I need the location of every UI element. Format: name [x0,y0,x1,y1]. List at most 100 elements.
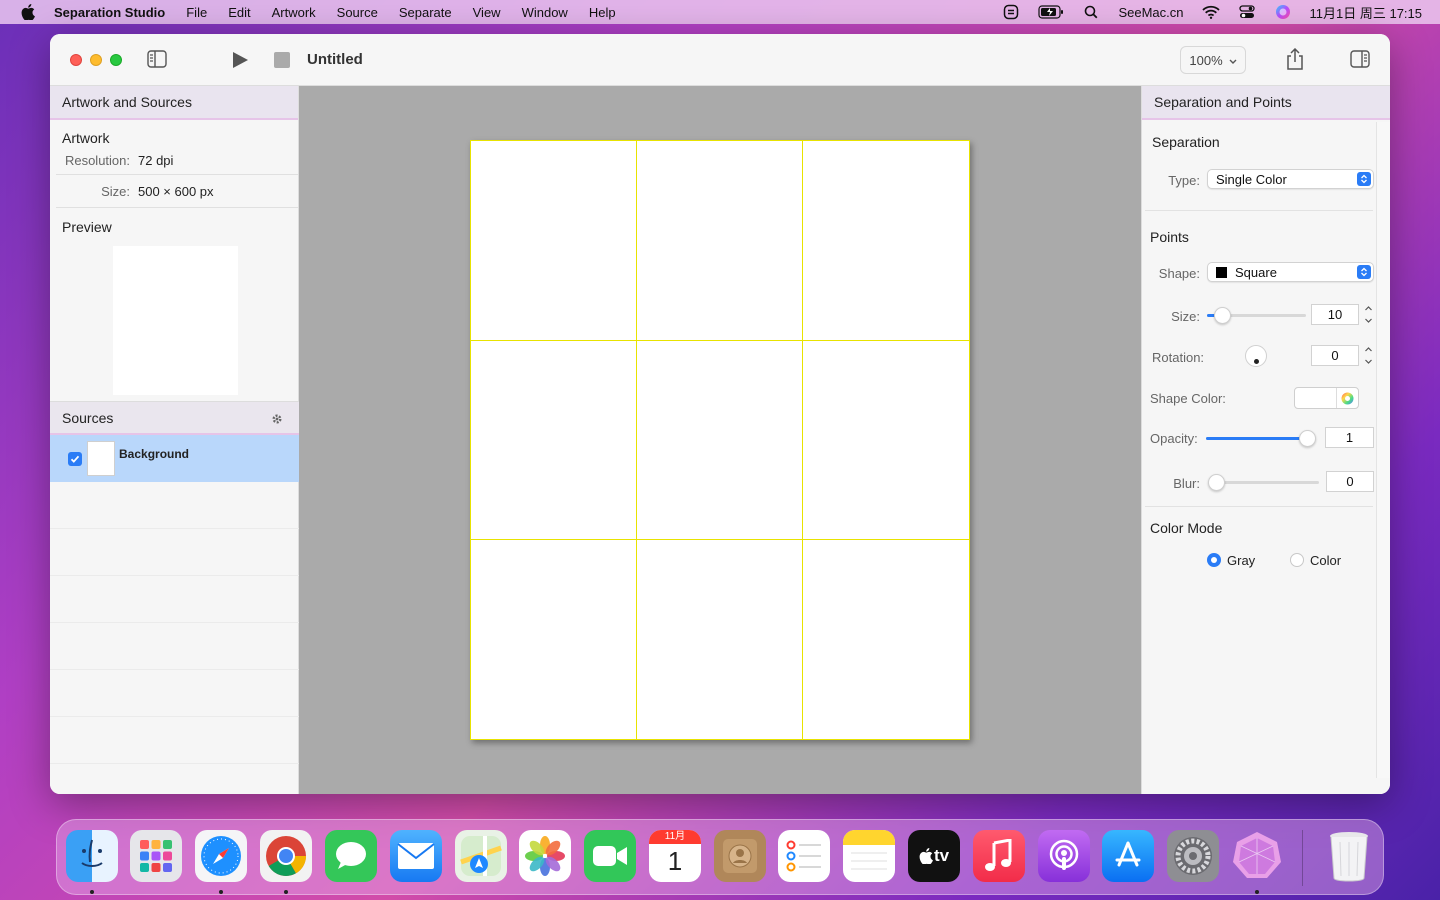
siri-icon[interactable] [1274,4,1292,20]
size-label: Size: [1171,309,1200,324]
apple-logo-icon[interactable] [18,2,38,22]
chrome-icon[interactable] [260,830,312,882]
podcasts-icon[interactable] [1038,830,1090,882]
separation-studio-icon[interactable] [1231,830,1283,882]
chevron-up-icon[interactable] [1364,345,1373,354]
screen-mirror-icon[interactable] [1002,4,1020,20]
menu-help[interactable]: Help [589,5,616,20]
rotation-dial[interactable] [1245,345,1267,367]
size-slider-knob[interactable] [1214,307,1231,324]
artwork-section-title: Artwork [62,130,110,146]
notes-icon[interactable] [843,830,895,882]
menu-bar: Separation Studio File Edit Artwork Sour… [0,0,1440,24]
toggle-right-sidebar-icon[interactable] [1350,50,1370,68]
share-icon[interactable] [1285,48,1305,70]
grid-line [471,340,969,341]
dock: 11月 1 tv [56,819,1384,895]
blur-field[interactable]: 0 [1326,471,1374,492]
appletv-icon[interactable]: tv [908,830,960,882]
stop-icon[interactable] [274,52,290,68]
canvas-area[interactable] [299,86,1141,794]
battery-icon[interactable] [1038,4,1064,20]
chevron-up-icon[interactable] [1364,304,1373,313]
gear-icon[interactable] [271,412,283,428]
blur-slider-knob[interactable] [1208,474,1225,491]
menu-file[interactable]: File [186,5,207,20]
finder-icon[interactable] [66,830,118,882]
zoom-value: 100% [1189,52,1223,68]
minimize-window-button[interactable] [90,54,102,66]
opacity-slider-knob[interactable] [1299,430,1316,447]
running-indicator [284,890,288,894]
contacts-icon[interactable] [714,830,766,882]
type-label: Type: [1168,173,1200,188]
size-field[interactable]: 10 [1311,304,1359,325]
opacity-field[interactable]: 1 [1325,427,1374,448]
color-mode-gray-label[interactable]: Gray [1227,553,1255,568]
artboard[interactable] [470,140,970,740]
list-item [50,576,299,623]
chevron-down-icon[interactable] [1364,357,1373,366]
trash-icon[interactable] [1323,830,1375,882]
divider [56,207,298,208]
menu-source[interactable]: Source [337,5,378,20]
source-row-background[interactable]: Background [50,435,299,482]
launchpad-icon[interactable] [130,830,182,882]
wifi-icon[interactable] [1201,4,1220,20]
artwork-preview [113,246,238,395]
toggle-left-sidebar-icon[interactable] [147,50,167,68]
appstore-icon[interactable] [1102,830,1154,882]
menubar-user-label[interactable]: SeeMac.cn [1118,5,1183,20]
size-label: Size: [101,183,130,199]
zoom-select[interactable]: 100% [1180,46,1246,74]
zoom-window-button[interactable] [110,54,122,66]
resolution-label: Resolution: [64,152,130,168]
updown-chevron-icon [1357,265,1371,279]
type-popup[interactable]: Single Color [1207,169,1374,189]
play-icon[interactable] [231,51,249,69]
menu-view[interactable]: View [473,5,501,20]
size-stepper[interactable] [1363,304,1374,325]
music-icon[interactable] [973,830,1025,882]
maps-icon[interactable] [455,830,507,882]
color-wheel-icon[interactable] [1336,388,1358,408]
appletv-label: tv [933,846,950,865]
system-preferences-icon[interactable] [1167,830,1219,882]
color-mode-color-label[interactable]: Color [1310,553,1341,568]
menu-artwork[interactable]: Artwork [272,5,316,20]
shape-popup[interactable]: Square [1207,262,1374,282]
close-window-button[interactable] [70,54,82,66]
calendar-icon[interactable]: 11月 1 [649,830,701,882]
menu-separate[interactable]: Separate [399,5,452,20]
spotlight-search-icon[interactable] [1082,4,1100,20]
control-center-icon[interactable] [1238,4,1256,20]
menubar-clock[interactable]: 11月1日 周三 17:15 [1310,3,1422,22]
divider [1145,210,1373,211]
artwork-sources-panel: Artwork and Sources Artwork Resolution: … [50,86,299,794]
artwork-sources-header: Artwork and Sources [50,86,298,120]
photos-icon[interactable] [519,830,571,882]
panel-scrollbar[interactable] [1376,122,1390,778]
sources-title: Sources [62,409,114,426]
messages-icon[interactable] [325,830,377,882]
rotation-field[interactable]: 0 [1311,345,1359,366]
reminders-icon[interactable] [778,830,830,882]
opacity-slider-fill [1206,437,1306,440]
blur-label: Blur: [1173,476,1200,491]
shape-color-well[interactable] [1294,387,1359,409]
mail-icon[interactable] [390,830,442,882]
menu-app-name[interactable]: Separation Studio [54,5,165,20]
facetime-icon[interactable] [584,830,636,882]
separation-section-title: Separation [1152,134,1220,150]
menu-window[interactable]: Window [522,5,568,20]
divider [1145,506,1373,507]
source-visible-checkbox[interactable] [68,451,82,466]
color-mode-color-radio[interactable] [1290,553,1304,567]
color-mode-gray-radio[interactable] [1207,553,1221,567]
menu-edit[interactable]: Edit [228,5,250,20]
rotation-stepper[interactable] [1363,345,1374,366]
color-mode-section-title: Color Mode [1150,520,1223,536]
safari-icon[interactable] [195,830,247,882]
chevron-down-icon[interactable] [1364,316,1373,325]
opacity-slider[interactable] [1206,437,1310,440]
